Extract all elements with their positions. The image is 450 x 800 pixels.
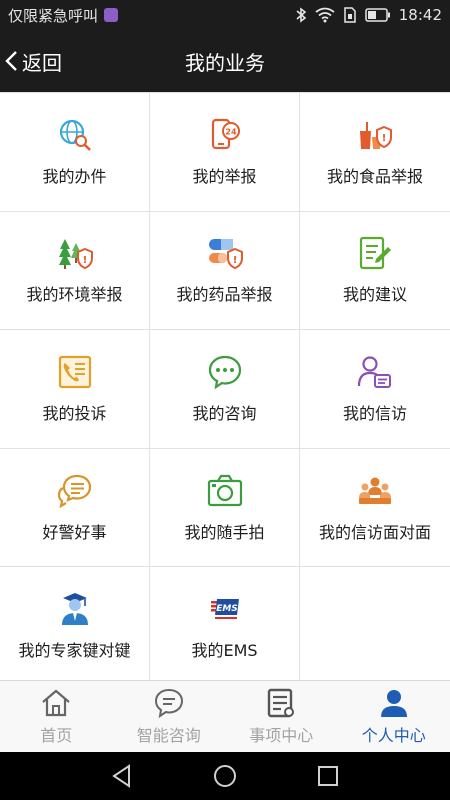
group-meeting-icon bbox=[359, 477, 391, 504]
bluetooth-icon bbox=[296, 7, 307, 23]
home-icon bbox=[42, 689, 70, 716]
grid-item-suggestions[interactable]: 我的建议 bbox=[300, 212, 450, 331]
expert-graduate-icon bbox=[61, 593, 88, 626]
grid-item-complaints[interactable]: 我的投诉 bbox=[0, 330, 150, 449]
complaint-phone-icon bbox=[58, 355, 91, 389]
grid-item-label: 我的随手拍 bbox=[184, 522, 265, 542]
grid-item-face-to-face[interactable]: 我的信访面对面 bbox=[300, 449, 450, 568]
grid-item-my-cases[interactable]: 我的办件 bbox=[0, 93, 150, 212]
grid-item-label: 我的环境举报 bbox=[26, 285, 123, 305]
grid-item-petitions[interactable]: 我的信访 bbox=[300, 330, 450, 449]
grid-item-my-ems[interactable]: EMS 我的EMS bbox=[150, 567, 300, 686]
grid-item-food-report[interactable]: ! 我的食品举报 bbox=[300, 93, 450, 212]
tab-label: 首页 bbox=[40, 725, 73, 745]
status-bar: 仅限紧急呼叫 18:42 bbox=[0, 0, 450, 30]
list-doc-icon bbox=[268, 688, 295, 717]
wifi-icon bbox=[315, 7, 335, 23]
tab-matter-center[interactable]: 事项中心 bbox=[225, 681, 338, 752]
recents-square-icon[interactable] bbox=[315, 763, 341, 789]
svg-text:!: ! bbox=[232, 255, 237, 266]
svg-text:EMS: EMS bbox=[216, 604, 238, 614]
sim-icon bbox=[344, 7, 356, 23]
grid-item-label: 我的举报 bbox=[192, 166, 257, 186]
carrier-text: 仅限紧急呼叫 bbox=[8, 6, 99, 25]
tab-home[interactable]: 首页 bbox=[0, 681, 113, 752]
back-label: 返回 bbox=[22, 50, 62, 75]
chat-bubble-icon bbox=[208, 355, 241, 390]
phone-24-icon: 24 bbox=[211, 118, 240, 149]
grid-item-label: 我的EMS bbox=[191, 641, 258, 661]
grid-item-drug-report[interactable]: ! 我的药品举报 bbox=[150, 211, 300, 331]
tab-personal-center[interactable]: 个人中心 bbox=[338, 681, 450, 752]
grid-item-good-police-deeds[interactable]: 好警好事 bbox=[0, 448, 150, 568]
globe-search-icon bbox=[59, 119, 91, 151]
tab-smart-consult[interactable]: 智能咨询 bbox=[113, 681, 226, 752]
chat-icon bbox=[154, 688, 183, 718]
camera-icon bbox=[207, 474, 242, 506]
grid-item-consultation[interactable]: 我的咨询 bbox=[150, 330, 300, 449]
grid-item-expert-one-on-one[interactable]: 我的专家键对键 bbox=[0, 567, 150, 686]
back-button[interactable]: 返回 bbox=[4, 30, 62, 92]
tab-label: 事项中心 bbox=[249, 725, 314, 745]
chevron-left-icon bbox=[5, 51, 17, 71]
system-nav-bar bbox=[0, 752, 450, 800]
clock: 18:42 bbox=[398, 6, 442, 24]
grid-item-label: 我的药品举报 bbox=[176, 285, 273, 305]
grid-item-label: 我的咨询 bbox=[192, 403, 257, 423]
grid-item-label: 好警好事 bbox=[42, 522, 107, 542]
grid-empty-cell bbox=[300, 567, 450, 686]
page-title: 我的业务 bbox=[185, 50, 265, 75]
back-triangle-icon[interactable] bbox=[109, 763, 135, 789]
pill-shield-icon: ! bbox=[208, 239, 243, 270]
grid-item-my-reports[interactable]: 24 我的举报 bbox=[150, 93, 300, 212]
svg-text:!: ! bbox=[82, 255, 87, 266]
grid-item-label: 我的投诉 bbox=[42, 403, 107, 423]
grid-item-label: 我的食品举报 bbox=[326, 166, 423, 186]
speech-bubbles-icon bbox=[57, 474, 91, 508]
grid-item-label: 我的建议 bbox=[342, 285, 407, 305]
service-grid: 我的办件 24 我的举报 ! 我的食品举报 ! 我的环境举报 ! 我的药品举报 … bbox=[0, 92, 450, 686]
grid-item-label: 我的信访 bbox=[342, 403, 407, 423]
notification-icon bbox=[104, 8, 119, 22]
person-icon bbox=[380, 689, 407, 717]
ems-logo-icon: EMS bbox=[210, 599, 239, 620]
bottom-tab-bar: 首页 智能咨询 事项中心 个人中心 bbox=[0, 680, 450, 752]
battery-icon bbox=[365, 8, 390, 22]
grid-item-environment-report[interactable]: ! 我的环境举报 bbox=[0, 211, 150, 331]
grid-item-label: 我的信访面对面 bbox=[318, 522, 431, 542]
trees-shield-icon: ! bbox=[58, 239, 93, 270]
tab-label: 智能咨询 bbox=[136, 725, 201, 745]
grid-item-label: 我的专家键对键 bbox=[18, 641, 131, 661]
title-bar: 返回 我的业务 bbox=[0, 30, 450, 92]
food-shield-icon: ! bbox=[360, 121, 392, 149]
home-circle-icon[interactable] bbox=[212, 763, 238, 789]
person-card-icon bbox=[357, 356, 391, 388]
grid-item-label: 我的办件 bbox=[42, 166, 107, 186]
svg-text:24: 24 bbox=[225, 127, 237, 136]
grid-item-snapshot[interactable]: 我的随手拍 bbox=[150, 448, 300, 568]
svg-text:!: ! bbox=[382, 133, 387, 144]
note-pen-icon bbox=[359, 237, 391, 270]
tab-label: 个人中心 bbox=[361, 725, 426, 745]
